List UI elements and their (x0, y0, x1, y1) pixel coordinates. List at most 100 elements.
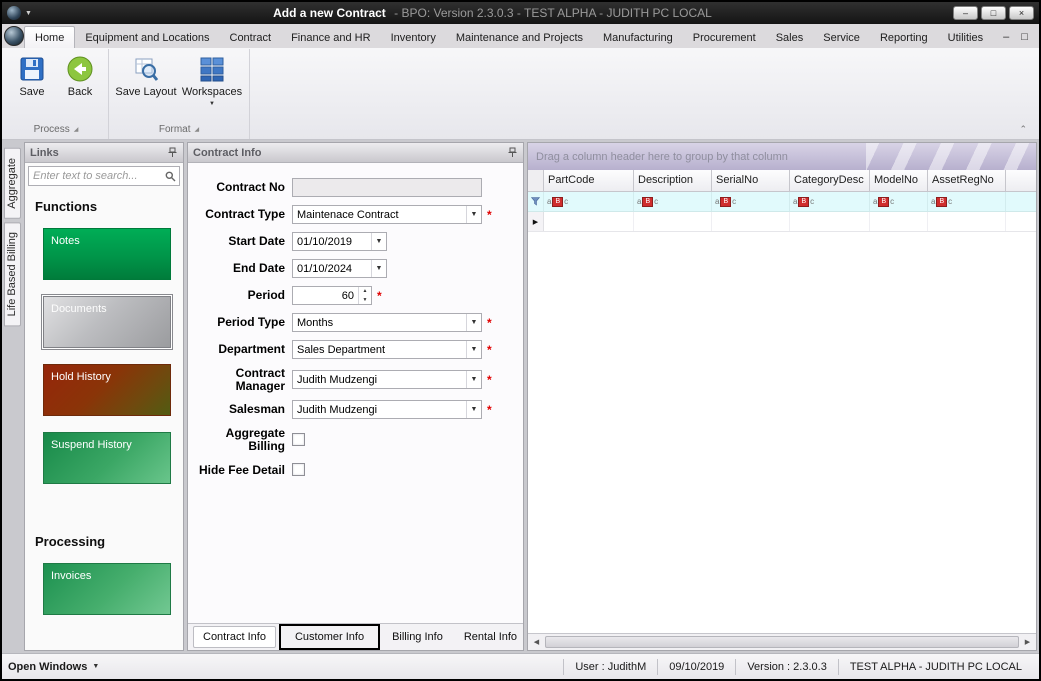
contract-type-combobox[interactable]: Maintenace Contract ▼ (292, 205, 482, 224)
tab-contract-info[interactable]: Contract Info (193, 626, 276, 648)
window-controls: – □ × (953, 6, 1034, 20)
spin-down-icon[interactable]: ▼ (359, 296, 371, 305)
ribbon-tab-manufacturing[interactable]: Manufacturing (593, 27, 683, 48)
ribbon-tab-contract[interactable]: Contract (220, 27, 282, 48)
save-floppy-icon (18, 55, 46, 83)
back-button[interactable]: Back (56, 52, 104, 98)
quick-access-chevron-icon[interactable]: ▼ (25, 10, 32, 17)
salesman-combobox[interactable]: Judith Mudzengi ▼ (292, 400, 482, 419)
abc-filter-icon: aBc (793, 197, 814, 207)
ribbon-tab-home[interactable]: Home (24, 26, 75, 48)
process-dialog-launcher-icon[interactable]: ◢ (74, 127, 79, 133)
filter-cell-partcode[interactable]: aBc (544, 192, 634, 211)
required-marker: * (377, 289, 382, 303)
workspaces-button[interactable]: Workspaces ▼ (179, 52, 245, 107)
left-dock-tabstrip: Aggregate Life Based Billing (4, 142, 21, 651)
suspend-history-button[interactable]: Suspend History (43, 432, 171, 484)
ribbon-tab-maintenance-and-projects[interactable]: Maintenance and Projects (446, 27, 593, 48)
grid-group-by-band[interactable]: Drag a column header here to group by th… (528, 143, 1036, 170)
ribbon-tab-sales[interactable]: Sales (766, 27, 814, 48)
back-arrow-icon (66, 55, 94, 83)
chevron-down-icon[interactable]: ▼ (466, 371, 481, 388)
ribbon-tab-procurement[interactable]: Procurement (683, 27, 766, 48)
tab-billing-info[interactable]: Billing Info (383, 627, 452, 647)
save-layout-button[interactable]: Save Layout (113, 52, 179, 98)
filter-cell-description[interactable]: aBc (634, 192, 712, 211)
filter-cell-categorydesc[interactable]: aBc (790, 192, 870, 211)
dock-tab-life-based-billing[interactable]: Life Based Billing (4, 222, 21, 326)
required-marker: * (487, 373, 492, 387)
contract-type-label: Contract Type (188, 208, 292, 221)
period-type-combobox[interactable]: Months ▼ (292, 313, 482, 332)
contract-manager-value: Judith Mudzengi (293, 374, 466, 386)
ribbon-tab-inventory[interactable]: Inventory (381, 27, 446, 48)
chevron-down-icon[interactable]: ▼ (466, 206, 481, 223)
hide-fee-detail-row: Hide Fee Detail (188, 460, 523, 479)
filter-cell-assetregno[interactable]: aBc (928, 192, 1006, 211)
pin-icon[interactable] (167, 147, 178, 158)
hold-history-button[interactable]: Hold History (43, 364, 171, 416)
invoices-button[interactable]: Invoices (43, 563, 171, 615)
scrollbar-track[interactable] (545, 634, 1019, 650)
search-icon[interactable] (161, 167, 179, 185)
format-dialog-launcher-icon[interactable]: ◢ (195, 127, 200, 133)
application-button[interactable] (4, 24, 24, 48)
spin-up-icon[interactable]: ▲ (359, 287, 371, 296)
status-user: User : JudithM (563, 659, 657, 675)
grid-horizontal-scrollbar[interactable]: ◀ ▶ (528, 633, 1036, 650)
status-version: Version : 2.3.0.3 (735, 659, 838, 675)
save-layout-button-label: Save Layout (115, 86, 176, 98)
open-windows-button[interactable]: Open Windows ▼ (8, 661, 99, 673)
ribbon-tab-service[interactable]: Service (813, 27, 870, 48)
scroll-right-icon[interactable]: ▶ (1019, 634, 1036, 650)
scroll-left-icon[interactable]: ◀ (528, 634, 545, 650)
filter-cell-modelno[interactable]: aBc (870, 192, 928, 211)
start-date-picker[interactable]: 01/10/2019 ▼ (292, 232, 387, 251)
dock-tab-aggregate[interactable]: Aggregate (4, 148, 21, 219)
end-date-picker[interactable]: 01/10/2024 ▼ (292, 259, 387, 278)
back-button-label: Back (68, 86, 92, 98)
contract-manager-combobox[interactable]: Judith Mudzengi ▼ (292, 370, 482, 389)
tab-rental-info[interactable]: Rental Info (455, 627, 526, 647)
scrollbar-thumb[interactable] (545, 636, 1019, 648)
notes-button[interactable]: Notes (43, 228, 171, 280)
column-header-categorydesc[interactable]: CategoryDesc (790, 170, 870, 191)
hide-fee-detail-checkbox[interactable] (292, 463, 305, 476)
department-combobox[interactable]: Sales Department ▼ (292, 340, 482, 359)
ribbon-tab-reporting[interactable]: Reporting (870, 27, 938, 48)
search-input[interactable] (29, 170, 161, 182)
mdi-restore-icon[interactable]: □ (1021, 32, 1028, 43)
filter-cell-serialno[interactable]: aBc (712, 192, 790, 211)
ribbon-tab-utilities[interactable]: Utilities (938, 27, 993, 48)
column-header-partcode[interactable]: PartCode (544, 170, 634, 191)
process-group-caption: Process ◢ (4, 122, 108, 139)
chevron-down-icon[interactable]: ▼ (466, 341, 481, 358)
chevron-down-icon[interactable]: ▼ (466, 314, 481, 331)
status-bar: Open Windows ▼ User : JudithM 09/10/2019… (2, 653, 1039, 679)
documents-button[interactable]: Documents (43, 296, 171, 348)
grid-empty-row[interactable]: ▶ (528, 212, 1036, 232)
close-button[interactable]: × (1009, 6, 1034, 20)
column-header-assetregno[interactable]: AssetRegNo (928, 170, 1006, 191)
pin-icon[interactable] (507, 147, 518, 158)
chevron-down-icon[interactable]: ▼ (371, 260, 386, 277)
collapse-ribbon-icon[interactable]: ⌃ (1019, 124, 1027, 135)
column-header-description[interactable]: Description (634, 170, 712, 191)
ribbon-tab-equipment-and-locations[interactable]: Equipment and Locations (75, 27, 219, 48)
save-button[interactable]: Save (8, 52, 56, 98)
end-date-row: End Date 01/10/2024 ▼ (188, 259, 523, 278)
contract-info-panel: Contract Info Contract No Contract Type (187, 142, 524, 651)
ribbon-tab-finance-and-hr[interactable]: Finance and HR (281, 27, 381, 48)
empty-cell (928, 212, 1006, 231)
minimize-button[interactable]: – (953, 6, 978, 20)
column-header-modelno[interactable]: ModelNo (870, 170, 928, 191)
period-spinner[interactable]: 60 ▲ ▼ (292, 286, 372, 305)
aggregate-billing-checkbox[interactable] (292, 433, 305, 446)
processing-heading: Processing (35, 534, 183, 549)
mdi-minimize-icon[interactable]: – (1003, 32, 1009, 43)
chevron-down-icon[interactable]: ▼ (466, 401, 481, 418)
column-header-serialno[interactable]: SerialNo (712, 170, 790, 191)
chevron-down-icon[interactable]: ▼ (371, 233, 386, 250)
tab-customer-info[interactable]: Customer Info (279, 624, 380, 650)
maximize-button[interactable]: □ (981, 6, 1006, 20)
